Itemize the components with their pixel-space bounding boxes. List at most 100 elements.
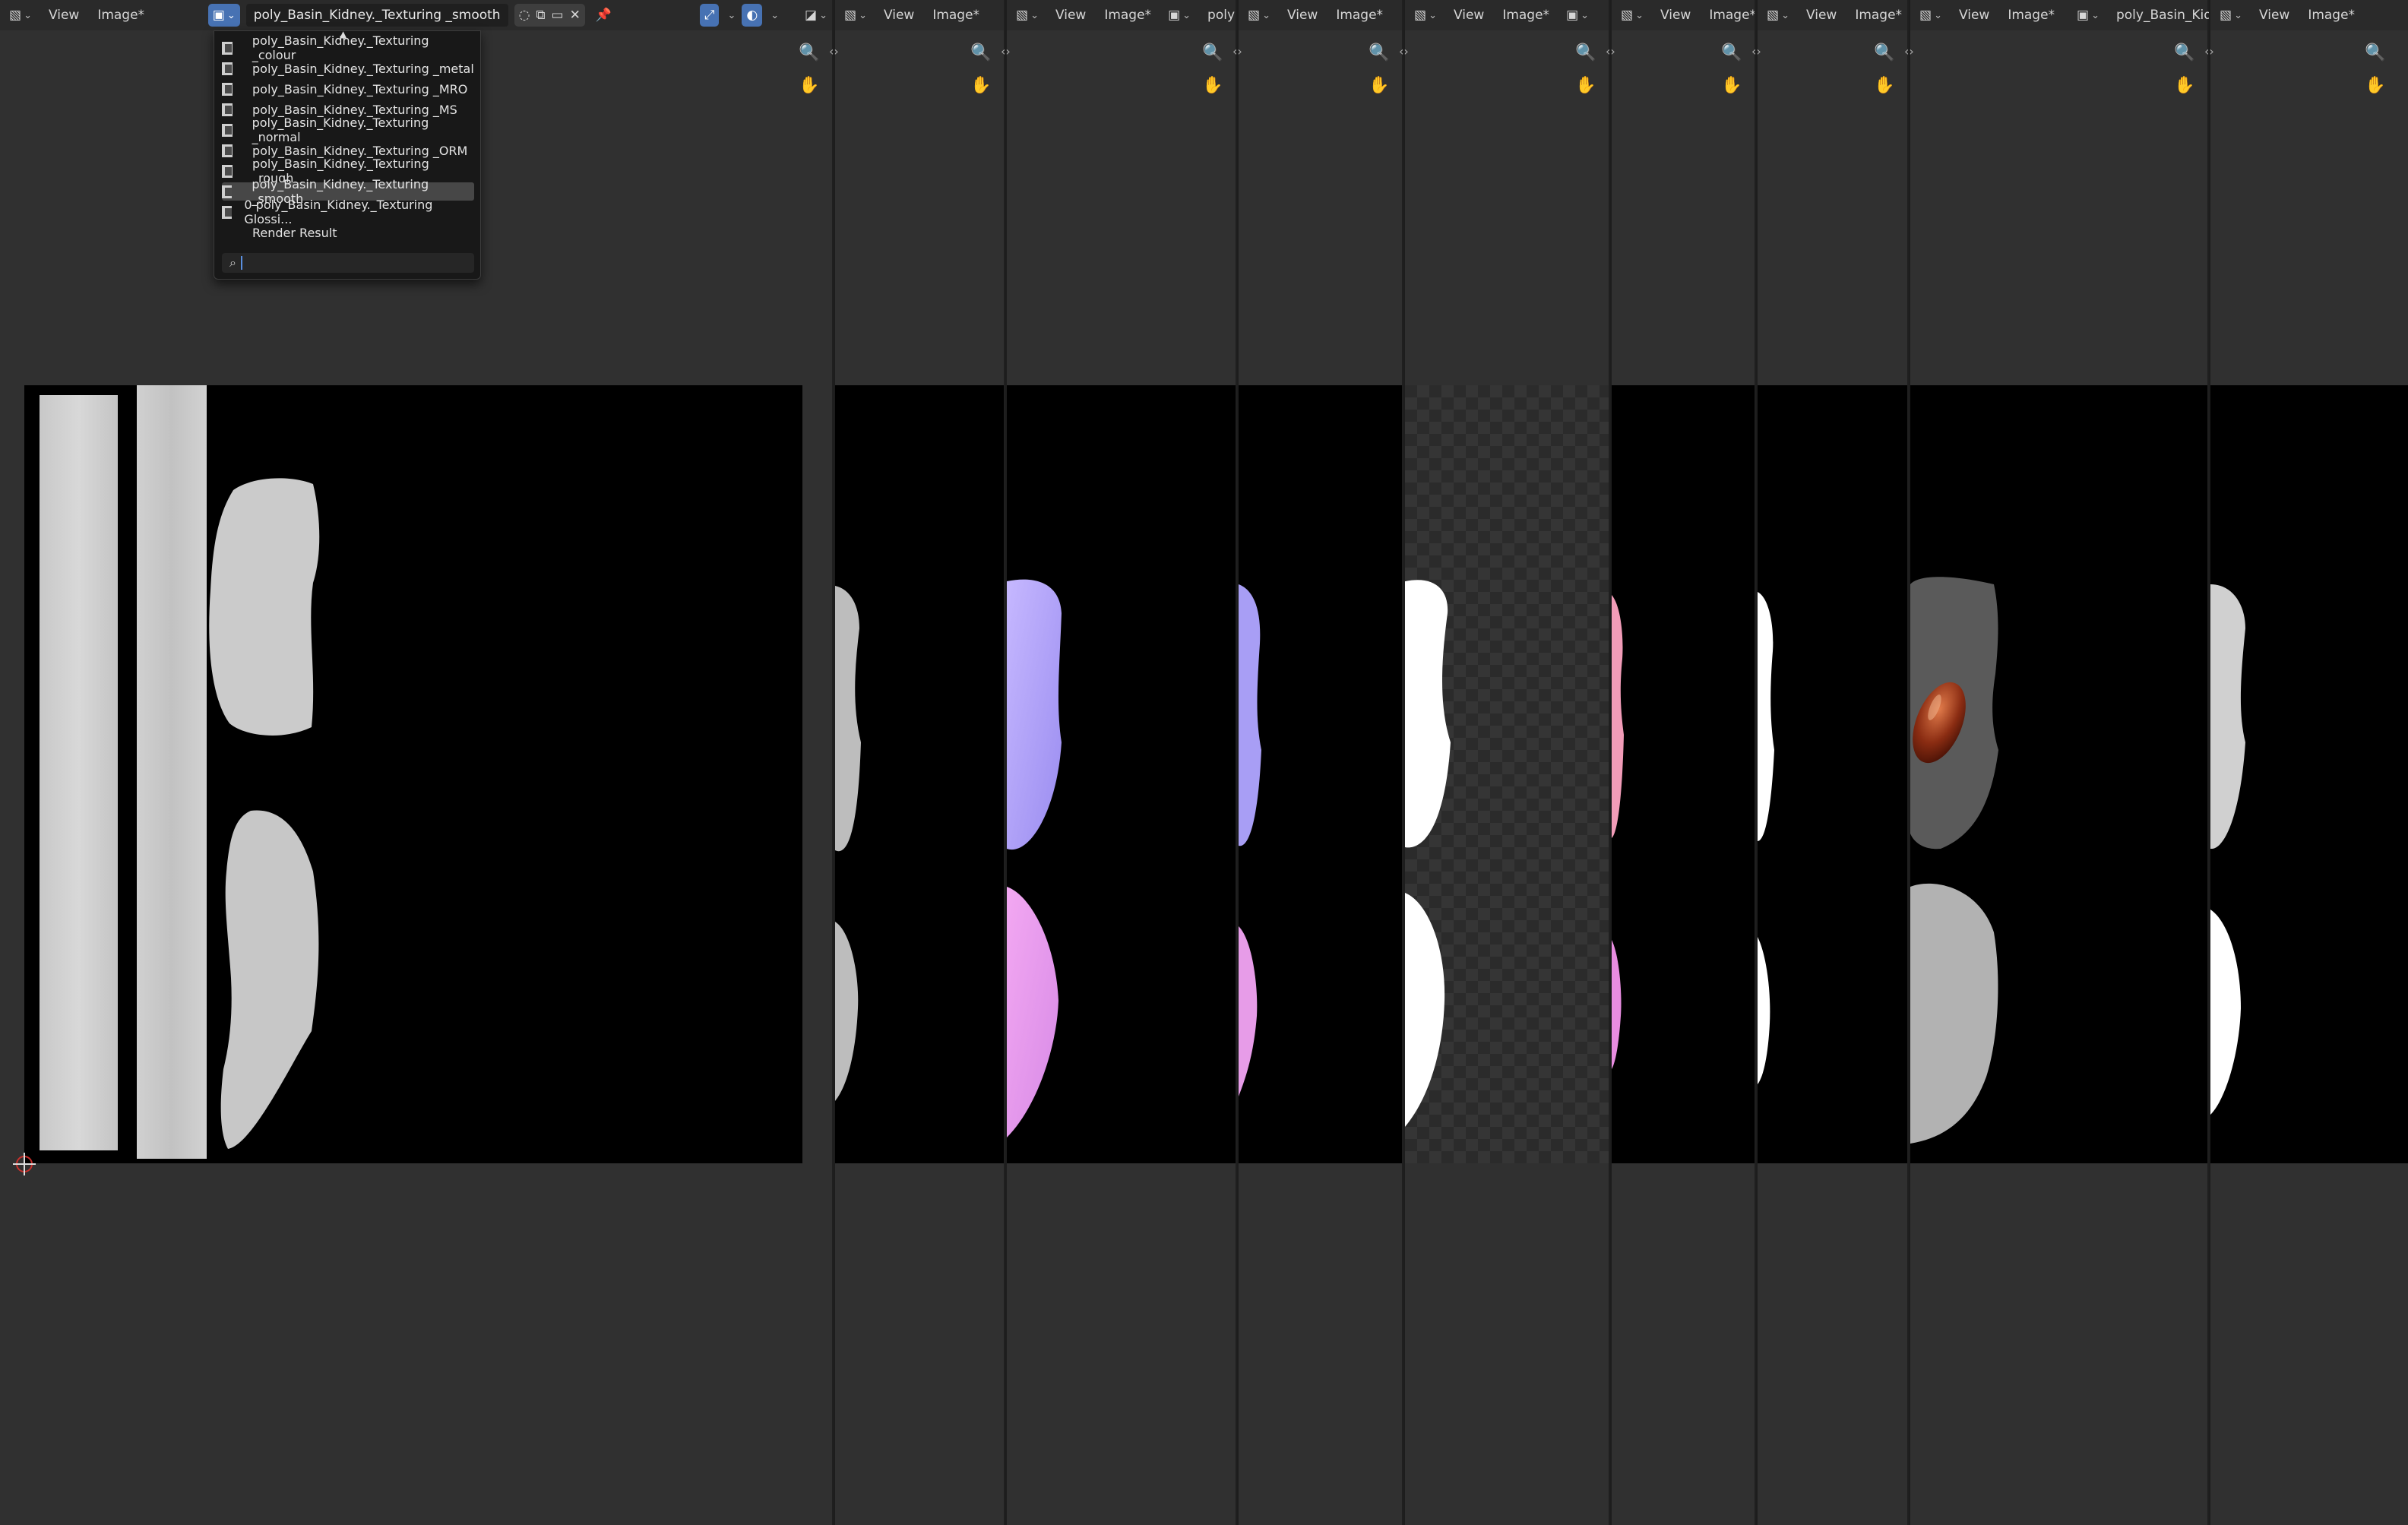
gizmo-toggle[interactable]: ⤢ — [699, 4, 720, 27]
image-name-field[interactable]: poly_Basin_Kidney._Texturing _smooth — [245, 4, 508, 27]
image-canvas[interactable] — [24, 385, 802, 1163]
chevron-down-icon: ⌄ — [1581, 9, 1590, 21]
editor-type-button[interactable]: ▧ ⌄ — [1011, 4, 1043, 27]
chevron-down-icon: ⌄ — [1635, 9, 1644, 21]
image-menu[interactable]: Image* — [2001, 8, 2061, 23]
image-menu[interactable]: Image* — [1703, 8, 1755, 23]
view-menu[interactable]: View — [1049, 8, 1092, 23]
pan-tool[interactable]: ✋ — [2172, 72, 2198, 98]
editor-type-button[interactable]: ▧ ⌄ — [1410, 4, 1441, 27]
view-menu[interactable]: View — [1953, 8, 1995, 23]
zoom-tool[interactable]: 🔍 — [1872, 40, 1897, 65]
pan-tool[interactable]: ✋ — [2362, 72, 2388, 98]
fake-user-icon[interactable]: ◌ — [519, 8, 530, 23]
area-split-handle[interactable]: ‹› — [1232, 44, 1242, 59]
area-split-handle[interactable]: ‹› — [1904, 44, 1914, 59]
image-canvas[interactable] — [1239, 385, 1402, 1163]
magnifier-icon: 🔍 — [799, 43, 820, 62]
open-folder-icon[interactable]: ▭ — [552, 8, 564, 23]
dropdown-search: ⌕ — [222, 253, 474, 273]
kidney-shape-top — [2210, 584, 2245, 850]
area-split-handle[interactable]: ‹› — [1751, 44, 1761, 59]
image-menu[interactable]: Image* — [2302, 8, 2361, 23]
image-editor-icon: ▧ — [2220, 8, 2232, 23]
image-menu[interactable]: Image* — [91, 8, 150, 23]
overlay-toggle[interactable]: ◐ — [742, 4, 763, 27]
zoom-tool[interactable]: 🔍 — [1200, 40, 1226, 65]
editor-type-button[interactable]: ▧ ⌄ — [1243, 4, 1275, 27]
pan-tool[interactable]: ✋ — [1573, 72, 1599, 98]
editor-type-button[interactable]: ▧ ⌄ — [5, 4, 36, 27]
image-editor-panel-5: ▧ ⌄ View Image* ▣ ⌄ 🔍 ✋ — [1405, 0, 1610, 1525]
editor-type-button[interactable]: ▧ ⌄ — [2215, 4, 2247, 27]
pan-tool[interactable]: ✋ — [1719, 72, 1745, 98]
duplicate-icon[interactable]: ⧉ — [536, 8, 545, 23]
display-channels-button[interactable]: ◪ ⌄ — [800, 4, 832, 27]
image-browse-dropdown: ▲ poly_Basin_Kidney._Texturing _colour p… — [214, 29, 481, 280]
area-split-handle[interactable]: ‹› — [1399, 44, 1409, 59]
view-menu[interactable]: View — [43, 8, 85, 23]
zoom-tool[interactable]: 🔍 — [1573, 40, 1599, 65]
image-browse-button[interactable]: ▣ ⌄ — [1163, 4, 1195, 27]
zoom-tool[interactable]: 🔍 — [968, 40, 994, 65]
pan-tool[interactable]: ✋ — [968, 72, 994, 98]
dropdown-item[interactable]: Render Result — [222, 223, 474, 242]
image-menu[interactable]: Image* — [1496, 8, 1555, 23]
image-name-field[interactable]: poly — [1201, 8, 1236, 23]
area-split-handle[interactable]: ‹› — [1001, 44, 1011, 59]
image-canvas[interactable] — [1007, 385, 1236, 1163]
close-icon[interactable]: ✕ — [570, 8, 581, 23]
hand-icon: ✋ — [1575, 75, 1596, 95]
kidney-shape-bottom — [220, 810, 319, 1149]
image-browse-button[interactable]: ▣ ⌄ — [207, 4, 240, 27]
area-split-handle[interactable]: ‹› — [2204, 44, 2214, 59]
dropdown-item[interactable]: poly_Basin_Kidney._Texturing _colour — [222, 33, 474, 62]
view-menu[interactable]: View — [1800, 8, 1843, 23]
zoom-tool[interactable]: 🔍 — [2172, 40, 2198, 65]
area-split-handle[interactable]: ‹› — [829, 44, 839, 59]
image-menu[interactable]: Image* — [926, 8, 986, 23]
zoom-tool[interactable]: 🔍 — [1719, 40, 1745, 65]
search-input[interactable] — [242, 256, 474, 270]
image-canvas[interactable] — [1910, 385, 2207, 1163]
image-menu[interactable]: Image* — [1849, 8, 1907, 23]
pan-tool[interactable]: ✋ — [1366, 72, 1392, 98]
editor-type-button[interactable]: ▧ ⌄ — [1616, 4, 1648, 27]
magnifier-icon: 🔍 — [2365, 43, 2386, 62]
dropdown-item[interactable]: poly_Basin_Kidney._Texturing _normal — [222, 115, 474, 144]
image-menu[interactable]: Image* — [1330, 8, 1389, 23]
editor-type-button[interactable]: ▧ ⌄ — [840, 4, 872, 27]
image-editor-icon: ▧ — [1414, 8, 1427, 23]
zoom-tool[interactable]: 🔍 — [796, 40, 822, 65]
zoom-tool[interactable]: 🔍 — [2362, 40, 2388, 65]
pan-tool[interactable]: ✋ — [1200, 72, 1226, 98]
chevron-down-icon: ⌄ — [1182, 9, 1191, 21]
dropdown-item[interactable]: poly_Basin_Kidney._Texturing _metal — [222, 59, 474, 78]
image-canvas[interactable] — [2210, 385, 2408, 1163]
image-menu[interactable]: Image* — [1098, 8, 1157, 23]
pin-button[interactable]: 📌 — [591, 4, 616, 27]
image-browse-button[interactable]: ▣ ⌄ — [1562, 4, 1593, 27]
zoom-tool[interactable]: 🔍 — [1366, 40, 1392, 65]
view-menu[interactable]: View — [1448, 8, 1490, 23]
cursor-icon: ⤢ — [704, 8, 715, 23]
image-canvas[interactable] — [1405, 385, 1609, 1163]
chevron-down-icon[interactable]: ⌄ — [727, 10, 736, 21]
view-menu[interactable]: View — [878, 8, 920, 23]
editor-type-button[interactable]: ▧ ⌄ — [1915, 4, 1947, 27]
view-menu[interactable]: View — [1281, 8, 1324, 23]
image-action-buttons: ◌ ⧉ ▭ ✕ — [514, 4, 585, 27]
editor-type-button[interactable]: ▧ ⌄ — [1762, 4, 1794, 27]
dropdown-item[interactable]: 0 poly_Basin_Kidney._Texturing Glossi... — [222, 198, 474, 226]
pan-tool[interactable]: ✋ — [1872, 72, 1897, 98]
view-menu[interactable]: View — [1654, 8, 1697, 23]
image-canvas[interactable] — [835, 385, 1004, 1163]
view-menu[interactable]: View — [2253, 8, 2296, 23]
dropdown-item[interactable]: poly_Basin_Kidney._Texturing _MRO — [222, 80, 474, 98]
area-split-handle[interactable]: ‹› — [1606, 44, 1615, 59]
image-canvas[interactable] — [1612, 385, 1755, 1163]
pan-tool[interactable]: ✋ — [796, 72, 822, 98]
chevron-down-icon[interactable]: ⌄ — [770, 10, 779, 21]
2d-cursor[interactable] — [13, 1153, 36, 1175]
image-canvas[interactable] — [1758, 385, 1907, 1163]
